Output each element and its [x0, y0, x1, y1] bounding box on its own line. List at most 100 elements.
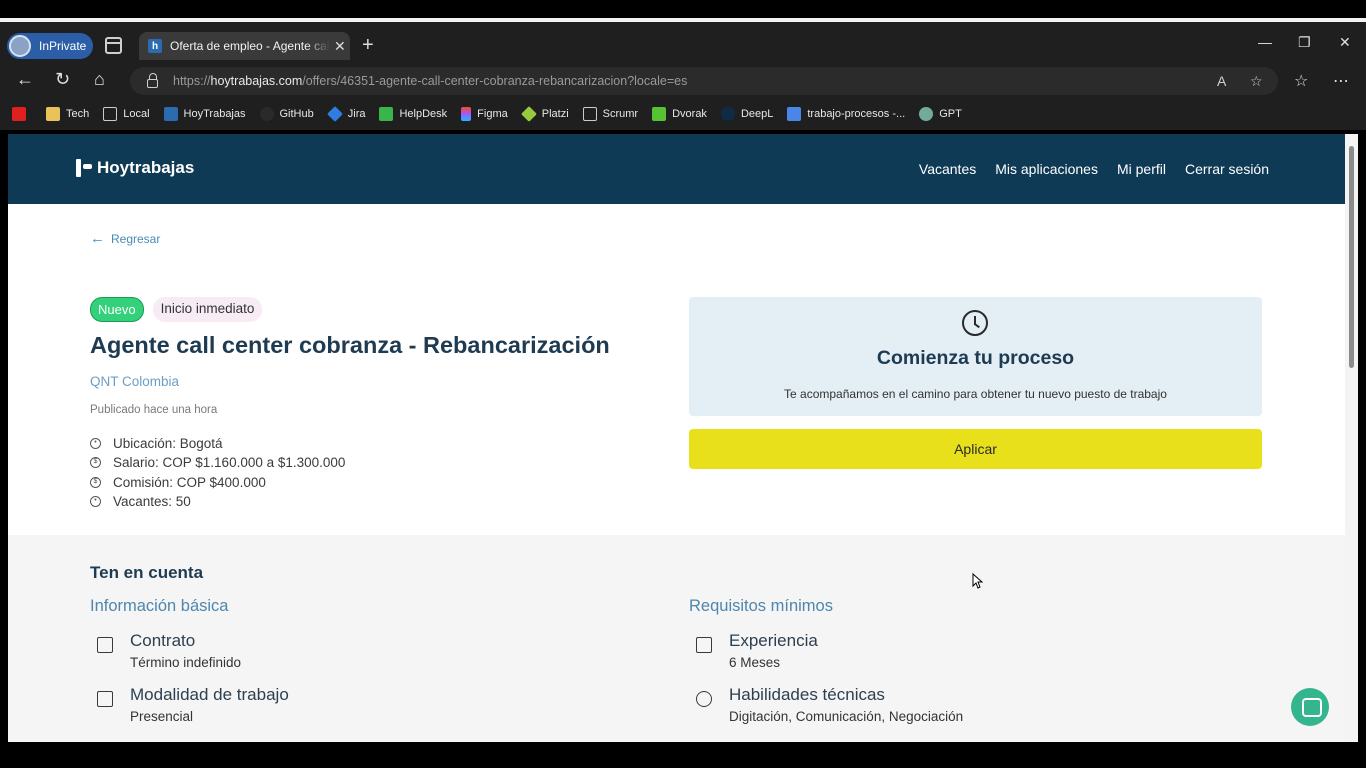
docs-icon — [787, 107, 802, 121]
gpt-icon — [919, 107, 934, 121]
arrow-left-icon: ← — [90, 230, 105, 247]
bookmark-helpdesk[interactable]: HelpDesk — [379, 107, 447, 121]
platzi-icon — [520, 106, 537, 122]
bookmark-gpt[interactable]: GPT — [919, 107, 962, 121]
calendar-icon — [97, 691, 113, 707]
inprivate-label: InPrivate — [39, 39, 87, 53]
youtube-icon — [12, 107, 26, 121]
refresh-icon[interactable]: ↻ — [55, 69, 70, 90]
detail-vacancies: • Vacantes: 50 — [90, 492, 345, 511]
info-contract: Contrato Término indefinido — [97, 631, 241, 670]
site-logo[interactable]: Hoytrabajas — [76, 158, 194, 178]
detail-location: • Ubicación: Bogotá — [90, 434, 345, 453]
back-link[interactable]: ← Regresar — [90, 230, 160, 247]
process-card-title: Comienza tu proceso — [876, 347, 1075, 369]
favorites-icon[interactable]: ☆ — [1294, 71, 1308, 91]
bookmark-trabajo-procesos[interactable]: trabajo-procesos -... — [787, 107, 905, 121]
page-scrollbar[interactable] — [1345, 134, 1358, 742]
clock-icon — [962, 310, 988, 336]
dollar-icon: $ — [90, 476, 101, 488]
nav-cerrar-sesion[interactable]: Cerrar sesión — [1185, 161, 1269, 177]
home-icon[interactable]: ⌂ — [94, 69, 105, 90]
job-details: • Ubicación: Bogotá $ Salario: COP $1.160.… — [90, 434, 345, 511]
more-menu-icon[interactable]: ⋯ — [1333, 71, 1349, 91]
bookmark-dvorak[interactable]: Dvorak — [652, 107, 707, 121]
detail-salary: $ Salario: COP $1.160.000 a $1.300.000 — [90, 453, 345, 472]
dvorak-icon — [652, 107, 667, 121]
bookmarks-bar: Tech Local HoyTrabajas GitHub Jira HelpD… — [0, 104, 1366, 124]
logo-text: Hoytrabajas — [97, 158, 195, 177]
nav-mi-perfil[interactable]: Mi perfil — [1117, 161, 1166, 177]
hoytrabajas-icon — [163, 107, 178, 121]
process-card: Comienza tu proceso Te acompañamos en el… — [689, 297, 1262, 416]
job-badges: Nuevo Inicio inmediato — [90, 297, 263, 322]
helpdesk-icon — [379, 107, 394, 121]
new-tab-icon[interactable]: + — [362, 34, 374, 57]
back-icon[interactable]: ← — [16, 69, 34, 90]
bookmark-platzi[interactable]: Platzi — [520, 106, 569, 122]
badge-immediate-start: Inicio inmediato — [152, 297, 263, 322]
skills-badge-icon — [696, 691, 712, 707]
bookmark-jira[interactable]: Jira — [326, 106, 365, 122]
bookmark-tech[interactable]: Tech — [46, 107, 89, 121]
dollar-icon: $ — [90, 457, 101, 469]
briefcase-icon — [696, 637, 712, 653]
maximize-icon[interactable]: ❐ — [1298, 34, 1311, 51]
web-page: Hoytrabajas Vacantes Mis aplicaciones Mi… — [8, 134, 1345, 742]
favorite-add-icon[interactable]: ☆ — [1250, 73, 1263, 90]
lock-icon[interactable] — [147, 72, 158, 88]
read-aloud-icon[interactable]: A — [1217, 73, 1226, 89]
nav-mis-aplicaciones[interactable]: Mis aplicaciones — [995, 161, 1098, 177]
bookmark-youtube[interactable] — [12, 107, 32, 121]
bookmark-scrumr[interactable]: Scrumr — [582, 107, 638, 121]
github-icon — [259, 107, 274, 121]
nav-vacantes[interactable]: Vacantes — [919, 161, 976, 177]
address-bar[interactable]: https://hoytrabajas.com/offers/46351-age… — [130, 67, 1278, 95]
section-title: Ten en cuenta — [90, 563, 204, 582]
tab-favicon-icon: h — [148, 39, 162, 53]
process-card-subtitle: Te acompañamos en el camino para obtener… — [784, 387, 1167, 401]
requirements-heading: Requisitos mínimos — [689, 597, 833, 615]
figma-icon — [461, 107, 472, 121]
bookmark-github[interactable]: GitHub — [259, 107, 314, 121]
inprivate-button[interactable]: InPrivate — [7, 33, 93, 59]
tab-actions-icon[interactable] — [105, 37, 122, 54]
screen: InPrivate h Oferta de empleo - Agente ca… — [0, 0, 1366, 768]
mouse-cursor-icon — [972, 573, 984, 589]
location-pin-icon: • — [90, 438, 101, 450]
deepl-icon — [720, 107, 735, 121]
badge-new: Nuevo — [90, 297, 144, 322]
bookmark-hoytrabajas[interactable]: HoyTrabajas — [163, 107, 246, 121]
users-icon: • — [90, 496, 101, 508]
page-icon — [582, 107, 597, 121]
document-icon — [97, 637, 113, 653]
info-skills: Habilidades técnicas Digitación, Comunica… — [696, 685, 963, 724]
site-header: Hoytrabajas Vacantes Mis aplicaciones Mi… — [8, 134, 1345, 204]
logo-icon — [76, 159, 92, 177]
info-experience: Experiencia 6 Meses — [696, 631, 818, 670]
back-label: Regresar — [111, 231, 161, 246]
basic-info-heading: Información básica — [90, 597, 229, 615]
page-icon — [103, 107, 118, 121]
apply-button[interactable]: Aplicar — [689, 429, 1262, 469]
tab-title: Oferta de empleo - Agente call center — [170, 39, 330, 53]
browser-chrome: InPrivate h Oferta de empleo - Agente ca… — [0, 22, 1366, 130]
chat-widget-button[interactable] — [1291, 688, 1329, 726]
info-modality: Modalidad de trabajo Presencial — [97, 685, 289, 724]
job-title: Agente call center cobranza - Rebancariz… — [90, 332, 610, 358]
minimize-icon[interactable]: — — [1258, 34, 1272, 50]
company-name[interactable]: QNT Colombia — [90, 374, 179, 389]
jira-icon — [326, 106, 343, 122]
active-tab[interactable]: h Oferta de empleo - Agente call center … — [139, 32, 350, 60]
site-nav: Vacantes Mis aplicaciones Mi perfil Cerr… — [919, 161, 1269, 177]
bookmark-local[interactable]: Local — [103, 107, 150, 121]
url-text: https://hoytrabajas.com/offers/46351-age… — [173, 74, 688, 88]
info-section: Ten en cuenta Información básica Requisi… — [8, 535, 1345, 742]
profile-avatar — [9, 35, 31, 57]
close-window-icon[interactable]: ✕ — [1339, 34, 1351, 51]
scrollbar-thumb[interactable] — [1349, 146, 1354, 368]
folder-icon — [46, 107, 60, 121]
bookmark-figma[interactable]: Figma — [461, 107, 508, 121]
close-tab-icon[interactable]: ✕ — [334, 38, 346, 55]
bookmark-deepl[interactable]: DeepL — [720, 107, 773, 121]
